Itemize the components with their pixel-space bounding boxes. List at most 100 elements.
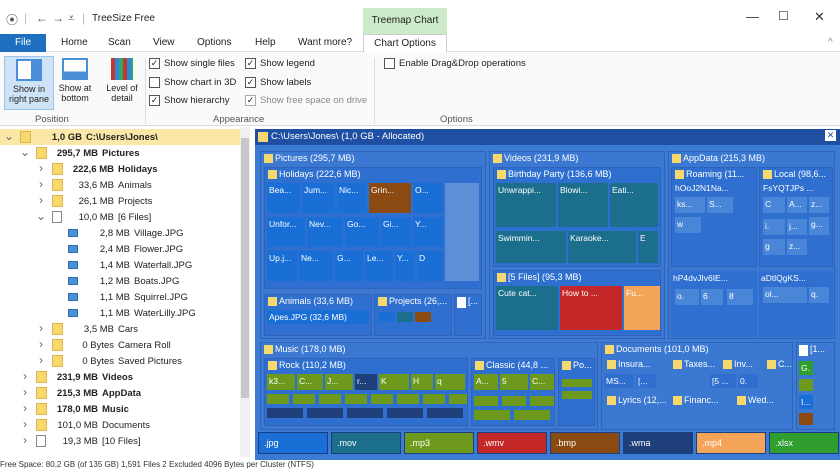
music-leaf[interactable] [562,379,592,387]
block-rock[interactable]: Rock (110,2 MB) k3... C... J... r... K Hq [264,358,468,426]
mp3-leaf[interactable]: k3... [267,374,295,390]
folder-leaf[interactable]: FsYQTJPs ... [761,181,831,193]
mov-leaf[interactable]: Swimmin... [496,231,566,263]
tree-row[interactable]: ⌄ 295,7 MB Pictures [0,145,240,161]
show-at-bottom-button[interactable]: Show at bottom [56,56,94,110]
tab-home[interactable]: Home [61,37,88,48]
block-documents[interactable]: Documents (101,0 MB) Insura... Taxes... In… [601,342,793,430]
document-leaf[interactable]: [5 ... [710,374,736,388]
folder-leaf[interactable]: z... [809,197,829,213]
projects-leaf[interactable] [415,312,431,322]
mp4-leaf[interactable]: Fu... [624,286,660,330]
tree-row[interactable]: › 19,3 MB [10 Files] [0,433,240,449]
collapse-ribbon-icon[interactable]: ^ [828,37,833,48]
tree-row[interactable]: › 0 Bytes Camera Roll [0,337,240,353]
folder-leaf[interactable]: g... [809,217,829,235]
tree-row[interactable]: 2,4 MB Flower.JPG [0,241,240,257]
mp3-leaf[interactable]: K [379,374,409,390]
folder-leaf[interactable]: j... [787,219,807,235]
mp3-leaf[interactable]: J... [325,374,353,390]
tree-row[interactable]: ⌄ 1,0 GB C:\Users\Jones\ [0,129,240,145]
wma-leaf[interactable] [387,408,423,418]
show-in-right-pane-button[interactable]: Show in right pane [4,56,54,110]
level-of-detail-button[interactable]: Level of detail [102,56,142,110]
misc-leaf[interactable] [445,183,479,281]
folder-leaf[interactable]: C [763,197,785,213]
folder-leaf[interactable]: 8 [727,289,753,305]
tab-help[interactable]: Help [255,37,276,48]
folder-leaf[interactable]: i. [763,219,785,235]
show-legend-checkbox[interactable]: ✓ Show legend [245,58,315,69]
folder-leaf[interactable]: aDtlQgKS... [759,271,833,337]
expand-chevron-icon[interactable]: › [36,353,46,367]
tree-row[interactable]: 1,4 MB Waterfall.JPG [0,257,240,273]
expand-chevron-icon[interactable]: › [20,385,30,399]
mp3-leaf[interactable] [502,396,526,406]
document-leaf[interactable]: 0. [738,374,758,388]
jpg-leaf[interactable]: O... [413,183,443,213]
tab-file[interactable]: File [0,34,46,52]
tree-row[interactable]: › 33,6 MB Animals [0,177,240,193]
mp3-leaf[interactable] [514,410,550,420]
folder-leaf[interactable]: hOoJ2N1Na... [673,181,755,193]
mov-leaf[interactable]: Eati... [610,183,658,227]
legend-item-mp4[interactable]: .mp4 [696,432,766,454]
block-pictures[interactable]: Pictures (295,7 MB) Holidays (222,6 MB) … [260,151,486,339]
folder-leaf[interactable]: ol... [763,287,807,303]
jpg-leaf[interactable]: Gi... [381,217,411,247]
expand-chevron-icon[interactable]: › [36,321,46,335]
tree-row[interactable]: › 178,0 MB Music [0,401,240,417]
block-picture-files[interactable]: [... [454,294,482,336]
mp3-leaf[interactable] [397,394,419,404]
expand-chevron-icon[interactable]: › [20,369,30,383]
collapse-chevron-icon[interactable]: ⌄ [36,209,46,223]
document-leaf[interactable]: [... [636,374,656,388]
show-hierarchy-checkbox[interactable]: ✓ Show hierarchy [149,95,229,106]
jpg-leaf[interactable]: Go... [345,217,379,247]
mov-leaf[interactable]: Unwrappi... [496,183,556,227]
enable-drag-drop-checkbox[interactable]: Enable Drag&Drop operations [384,58,526,69]
mov-leaf[interactable]: Blowi... [558,183,608,227]
block-birthday-party[interactable]: Birthday Party (136,6 MB) Unwrappi... Blo… [493,167,661,267]
jpg-leaf[interactable]: Unfor... [267,217,305,247]
folder-leaf[interactable]: g [763,239,785,255]
jpg-leaf[interactable]: Nev... [307,217,343,247]
wma-leaf[interactable] [427,408,463,418]
tree-row[interactable]: 1,2 MB Boats.JPG [0,273,240,289]
apes-jpg-leaf[interactable]: Apes.JPG (32,6 MB) [267,310,369,324]
close-button[interactable]: ✕ [814,9,825,25]
mp3-leaf[interactable]: q [435,374,465,390]
tree-row[interactable]: › 222,6 MB Holidays [0,161,240,177]
mp3-leaf[interactable] [474,396,498,406]
legend-item-bmp[interactable]: .bmp [550,432,620,454]
tree-row[interactable]: 2,8 MB Village.JPG [0,225,240,241]
folder-leaf[interactable]: 6 [701,289,723,305]
block-root-files[interactable]: [1... G. I... [796,342,835,430]
tree-row[interactable]: › 215,3 MB AppData [0,385,240,401]
document-leaf[interactable]: MS... [604,374,634,388]
expand-chevron-icon[interactable]: › [20,417,30,431]
wma-leaf[interactable] [267,408,303,418]
legend-item-mov[interactable]: .mov [331,432,401,454]
legend-item-wmv[interactable]: .wmv [477,432,547,454]
block-videos[interactable]: Videos (231,9 MB) Birthday Party (136,6 … [489,151,665,339]
tree-row[interactable]: 1,1 MB WaterLilly.JPG [0,305,240,321]
legend-item-jpg[interactable]: .jpg [258,432,328,454]
folder-leaf[interactable]: q. [809,287,829,303]
music-leaf[interactable] [562,391,592,399]
block-holidays[interactable]: Holidays (222,6 MB) Bea... Jum... Nic... Gr… [264,167,482,289]
jpg-leaf[interactable]: Ne... [299,251,333,281]
folder-leaf[interactable]: S... [707,197,733,213]
tree-row[interactable]: 1,1 MB Squirrel.JPG [0,289,240,305]
tree-row[interactable]: › 101,0 MB Documents [0,417,240,433]
projects-leaf[interactable] [379,312,395,322]
jpg-leaf[interactable]: Jum... [302,183,335,213]
block-video-files[interactable]: [5 Files] (95,3 MB) Cute cat... How to ..… [493,270,661,336]
folder-leaf[interactable]: ks... [675,197,705,213]
jpg-leaf[interactable]: Le... [365,251,393,281]
mp3-leaf[interactable] [371,394,393,404]
mp3-leaf[interactable]: A... [474,374,498,390]
tree-row[interactable]: › 231,9 MB Videos [0,369,240,385]
expand-chevron-icon[interactable]: › [20,433,30,447]
jpg-leaf[interactable]: Up.j... [267,251,297,281]
